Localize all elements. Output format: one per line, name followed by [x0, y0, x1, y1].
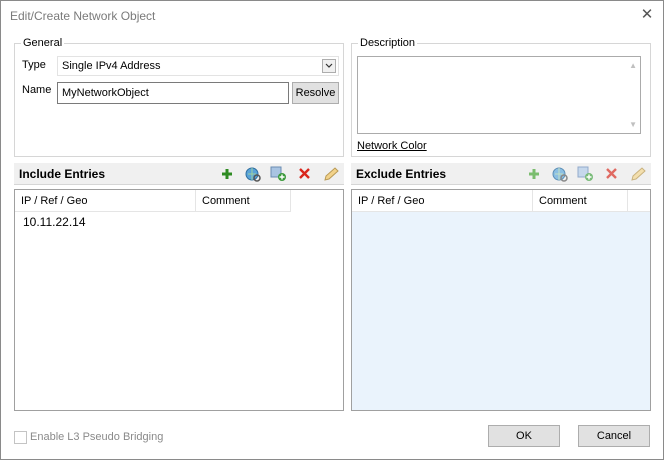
delete-icon[interactable]	[603, 166, 621, 182]
exclude-header: Exclude Entries	[351, 163, 651, 185]
type-label: Type	[22, 59, 46, 71]
ok-button[interactable]: OK	[488, 425, 560, 447]
exclude-list[interactable]: IP / Ref / Geo Comment	[351, 189, 651, 411]
exclude-title: Exclude Entries	[356, 167, 447, 181]
exclude-col-comment[interactable]: Comment	[533, 190, 628, 212]
include-col-comment[interactable]: Comment	[196, 190, 291, 212]
include-list[interactable]: IP / Ref / Geo Comment 10.11.22.14	[14, 189, 344, 411]
name-field[interactable]: MyNetworkObject	[57, 82, 289, 104]
chevron-down-icon[interactable]	[322, 59, 336, 73]
name-label: Name	[22, 84, 52, 96]
close-icon[interactable]: ✕	[638, 6, 656, 24]
resolve-button[interactable]: Resolve	[292, 82, 339, 104]
type-select-value: Single IPv4 Address	[62, 60, 161, 72]
scroll-up-icon[interactable]: ▲	[629, 61, 637, 70]
edit-pencil-icon[interactable]	[629, 166, 647, 182]
add-icon[interactable]	[525, 166, 543, 182]
list-item[interactable]: 10.11.22.14	[23, 215, 86, 229]
scroll-down-icon[interactable]: ▼	[629, 120, 637, 129]
cancel-button[interactable]: Cancel	[578, 425, 650, 447]
description-textarea[interactable]: ▲ ▼	[357, 56, 641, 134]
general-legend: General	[23, 37, 63, 49]
add-reference-icon[interactable]	[577, 166, 595, 182]
include-title: Include Entries	[19, 167, 106, 181]
include-header: Include Entries	[14, 163, 344, 185]
window-title: Edit/Create Network Object	[10, 9, 156, 23]
add-icon[interactable]	[218, 166, 236, 182]
network-color-link[interactable]: Network Color	[357, 140, 427, 152]
add-reference-icon[interactable]	[270, 166, 288, 182]
globe-search-icon[interactable]	[244, 166, 262, 182]
edit-pencil-icon[interactable]	[322, 166, 340, 182]
exclude-col-filler	[628, 190, 650, 212]
pseudo-bridging-checkbox[interactable]	[14, 431, 27, 444]
include-col-ip[interactable]: IP / Ref / Geo	[15, 190, 196, 212]
globe-search-icon[interactable]	[551, 166, 569, 182]
exclude-col-ip[interactable]: IP / Ref / Geo	[352, 190, 533, 212]
delete-icon[interactable]	[296, 166, 314, 182]
name-field-value: MyNetworkObject	[62, 87, 149, 99]
description-legend: Description	[360, 37, 416, 49]
type-select[interactable]: Single IPv4 Address	[57, 56, 339, 76]
pseudo-bridging-label: Enable L3 Pseudo Bridging	[30, 431, 164, 443]
